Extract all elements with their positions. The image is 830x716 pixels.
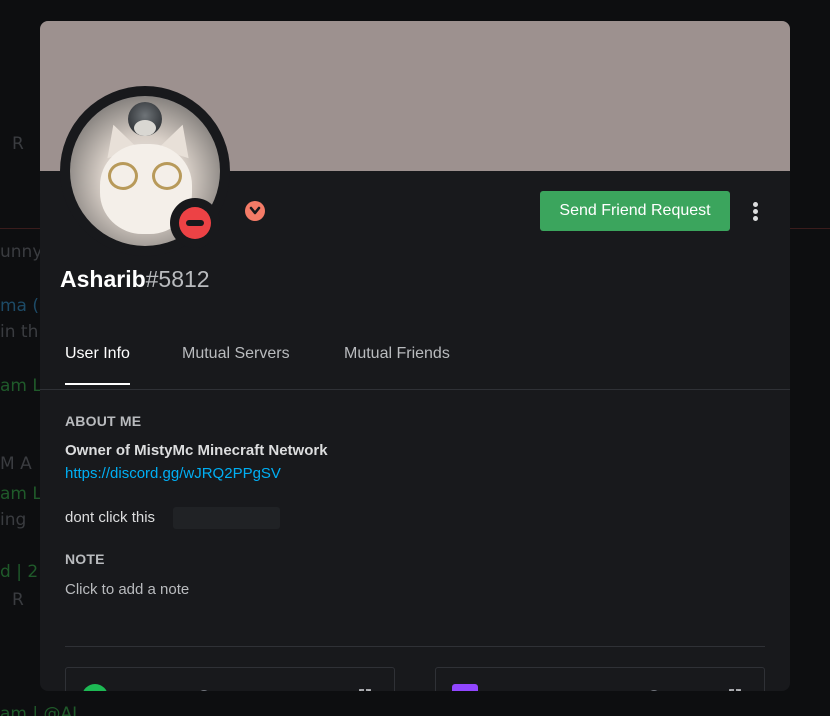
about-me-link[interactable]: https://discord.gg/wJRQ2PPgSV [65, 465, 281, 482]
user-profile-modal: Send Friend Request Asharib#5812 User In… [40, 21, 790, 691]
bird-belly [134, 120, 156, 136]
background-chat-line: d | 2 [0, 562, 39, 582]
background-chat-line: unny [0, 242, 43, 262]
username-discriminator: #5812 [145, 266, 210, 292]
profile-badge[interactable] [245, 201, 265, 221]
background-chat-line: ing [0, 510, 27, 530]
note-input[interactable]: Click to add a note [65, 581, 189, 598]
tab-user-info[interactable]: User Info [65, 345, 130, 385]
external-link-icon[interactable] [728, 688, 742, 691]
tab-mutual-servers[interactable]: Mutual Servers [182, 345, 290, 383]
spotify-icon [82, 684, 108, 691]
chevron-down-icon [249, 206, 261, 215]
connection-twitch[interactable] [435, 667, 765, 691]
about-me-title: ABOUT ME [65, 413, 142, 429]
background-chat-line: am L [0, 376, 42, 396]
twitch-icon [452, 684, 478, 691]
background-chat-line: am | @AL [0, 704, 82, 716]
verified-icon [198, 690, 210, 691]
verified-icon [648, 690, 660, 691]
about-me-text: dont click this [65, 509, 156, 526]
section-divider [65, 646, 765, 647]
send-friend-request-button[interactable]: Send Friend Request [540, 191, 730, 231]
background-chat-line: ma ( [0, 296, 40, 316]
background-chat-line: R [12, 590, 24, 610]
background-chat-line: M A [0, 454, 32, 474]
background-chat-line: R [12, 134, 24, 154]
external-link-icon[interactable] [358, 688, 372, 691]
username: Asharib#5812 [60, 266, 210, 293]
profile-tabs: User Info Mutual Servers Mutual Friends [40, 331, 790, 390]
about-me-headline: Owner of MistyMc Minecraft Network [65, 442, 328, 459]
background-chat-line: in th [0, 322, 39, 342]
username-name: Asharib [60, 266, 146, 292]
glasses [106, 162, 186, 190]
status-indicator [170, 198, 220, 248]
connection-spotify[interactable] [65, 667, 395, 691]
do-not-disturb-icon [179, 207, 211, 239]
note-title: NOTE [65, 551, 105, 567]
spoiler-block[interactable] [173, 507, 280, 529]
tab-mutual-friends[interactable]: Mutual Friends [344, 345, 450, 383]
vertical-ellipsis-icon [753, 202, 758, 207]
background-chat-line: am L [0, 484, 42, 504]
more-options-button[interactable] [745, 196, 765, 226]
